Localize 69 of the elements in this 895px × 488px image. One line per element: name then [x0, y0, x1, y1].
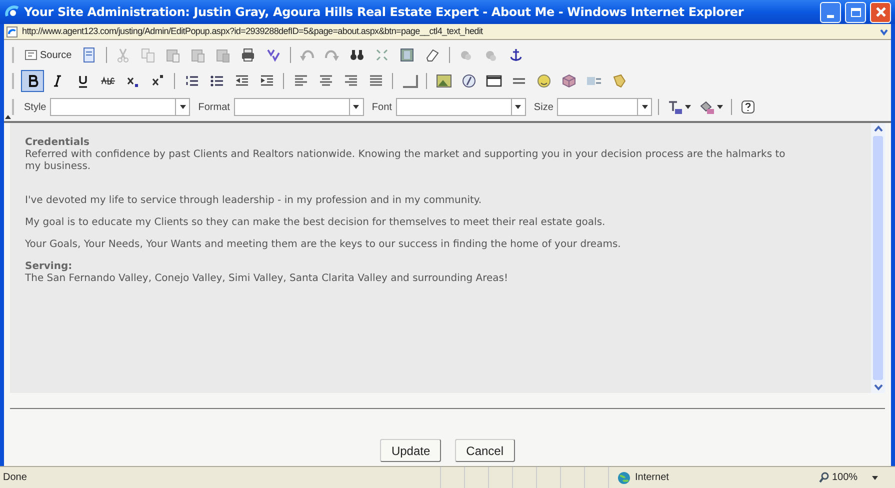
align-left-icon — [292, 73, 308, 89]
paragraph: My goal is to educate my Clients so they can make the best decision for themselves to meet their real estate goals. — [25, 217, 606, 229]
smiley-icon — [536, 73, 552, 89]
dropdown-field[interactable] — [396, 98, 526, 116]
caret-icon — [685, 105, 692, 109]
paragraph: I've devoted my life to service through leadership - in my profession and in my community. — [25, 195, 483, 207]
collapse-toolbar-icon[interactable] — [5, 115, 11, 119]
image-icon — [436, 73, 452, 89]
scissors-icon — [115, 47, 132, 63]
help-icon — [741, 100, 756, 114]
combo-label: Size — [534, 100, 554, 114]
copy-icon — [140, 47, 156, 63]
align-center-icon — [318, 73, 334, 89]
security-zone: Internet — [635, 471, 669, 485]
combo-label: Font — [372, 100, 392, 114]
caret-icon — [180, 105, 186, 109]
scrollbar[interactable] — [871, 123, 885, 393]
text-color-icon — [667, 99, 684, 115]
combo-label: Style — [24, 100, 46, 114]
caret-icon[interactable] — [872, 476, 878, 480]
circle-slash-icon — [460, 73, 476, 89]
justify-icon — [368, 73, 384, 89]
spellcheck-icon — [265, 47, 282, 63]
dropdown-field[interactable] — [50, 98, 190, 116]
clipboard-icon — [165, 47, 182, 63]
source-button[interactable]: Source — [21, 44, 76, 66]
clipboard-icon — [190, 47, 206, 63]
binoculars-icon — [349, 47, 366, 63]
bold-button[interactable] — [21, 70, 44, 92]
section-heading: Serving: — [25, 261, 74, 273]
maximize-button[interactable] — [845, 2, 866, 22]
dialog-button[interactable]: Cancel — [455, 439, 515, 462]
close-icon — [876, 7, 886, 17]
eraser-icon — [424, 47, 440, 63]
paragraph: The San Fernando Valley, Conejo Valley, Simi Valley, Santa Clarita Valley and surrounding Areas! — [25, 273, 509, 285]
window-title: Your Site Administration: Justin Gray, Agoura Hills Real Estate Expert - About Me - Windows Internet Explorer — [24, 4, 745, 21]
address-bar[interactable]: http://www.agent123.com/justing/Admin/EditPopup.aspx?id=2939288defID=5&page=about.aspx&btn=page__ctl4_text_hedit — [4, 24, 891, 40]
url-text: http://www.agent123.com/justing/Admin/EditPopup.aspx?id=2939288defID=5&page=about.aspx&btn=page__ctl4_text_hedit — [22, 24, 484, 38]
paint-bucket-icon — [699, 99, 716, 115]
dropdown-field[interactable] — [234, 98, 364, 116]
globe-icon — [617, 470, 631, 484]
dialog-button[interactable]: Update — [380, 439, 442, 462]
select-all-icon — [399, 47, 416, 63]
status-text: Done — [2, 471, 28, 485]
dropdown-field[interactable] — [557, 98, 652, 116]
section-heading: Credentials — [25, 137, 90, 149]
bulleted-list-icon — [208, 73, 224, 89]
source-icon — [25, 50, 37, 60]
paragraph: Your Goals, Your Needs, Your Wants and meeting them are the keys to our success in finding the home of your dreams. — [25, 239, 622, 251]
anchor-icon — [508, 47, 524, 63]
window-icon — [486, 73, 502, 89]
page-icon — [6, 26, 18, 38]
new-page-icon — [81, 47, 98, 63]
printer-icon — [240, 47, 256, 63]
caret-icon — [515, 105, 522, 109]
scroll-up-icon[interactable] — [874, 125, 882, 132]
minimize-button[interactable] — [820, 2, 841, 22]
zoom-level-button[interactable]: 100% — [789, 470, 858, 485]
paragraph: Referred with confidence by past Clients and Realtors nationwide. Knowing the market and supporting you in your decision process are the halmarks to my business. — [25, 149, 786, 173]
caret-icon — [642, 105, 648, 109]
combo-label: Format — [198, 100, 230, 114]
magnifier-icon — [819, 472, 830, 483]
scroll-down-icon[interactable] — [874, 384, 882, 391]
clipboard-icon — [215, 47, 232, 63]
align-right-icon — [342, 73, 358, 89]
caret-icon — [353, 105, 360, 109]
caret-icon — [717, 105, 724, 109]
cube-icon — [560, 73, 576, 89]
close-button[interactable] — [870, 2, 891, 22]
